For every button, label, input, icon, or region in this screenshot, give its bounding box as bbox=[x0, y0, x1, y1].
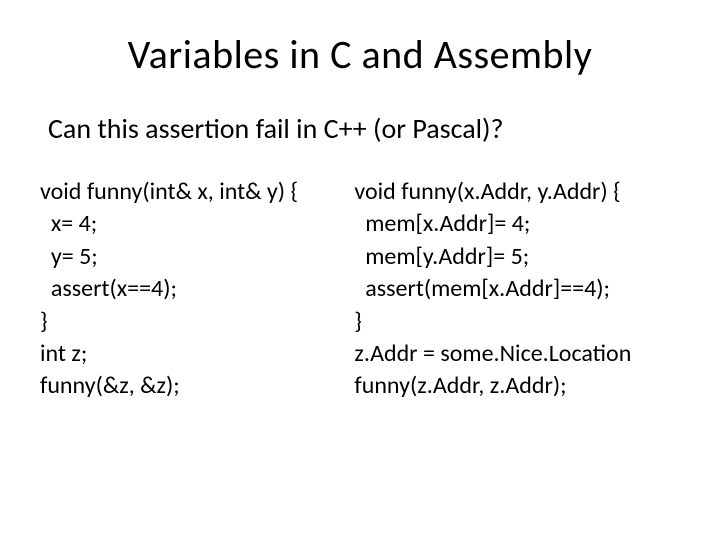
slide-title: Variables in C and Assembly bbox=[40, 30, 680, 79]
code-columns: void funny(int& x, int& y) { x= 4; y= 5;… bbox=[40, 176, 680, 403]
slide-subtitle: Can this assertion fail in C++ (or Pasca… bbox=[40, 111, 680, 146]
right-code-block: void funny(x.Addr, y.Addr) { mem[x.Addr]… bbox=[354, 176, 700, 403]
left-code-block: void funny(int& x, int& y) { x= 4; y= 5;… bbox=[40, 176, 334, 403]
slide: Variables in C and Assembly Can this ass… bbox=[0, 0, 720, 540]
